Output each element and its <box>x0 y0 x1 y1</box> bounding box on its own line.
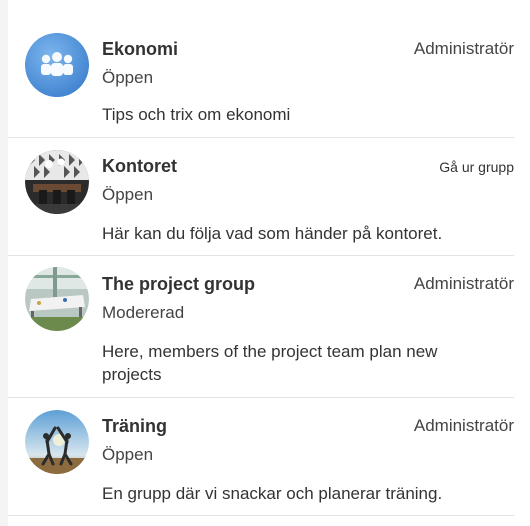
groups-page: Ekonomi Administratör Öppen Tips och tri… <box>0 0 530 526</box>
group-status: Modererad <box>102 303 185 322</box>
group-role-label: Administratör <box>413 274 514 293</box>
group-avatar-ekonomi[interactable] <box>25 33 89 97</box>
group-status: Öppen <box>102 445 154 464</box>
training-photo <box>25 410 89 474</box>
group-description: En grupp där vi snackar och planerar trä… <box>102 484 443 503</box>
group-row-traning[interactable]: Träning Administratör Öppen En grupp där… <box>8 398 514 516</box>
group-avatar-traning[interactable] <box>25 410 89 474</box>
project-meeting-photo <box>25 267 89 331</box>
group-description: Här kan du följa vad som händer på konto… <box>102 224 443 243</box>
group-status: Öppen <box>102 185 154 204</box>
leave-group-button[interactable]: Gå ur grupp <box>439 156 514 178</box>
group-name[interactable]: The project group <box>102 273 255 295</box>
people-group-icon <box>25 33 89 97</box>
group-status: Öppen <box>102 68 154 87</box>
group-role-label: Administratör <box>413 416 514 435</box>
group-description: Here, members of the project team plan n… <box>102 342 438 384</box>
group-role-label: Administratör <box>413 39 514 58</box>
group-name[interactable]: Ekonomi <box>102 38 178 60</box>
left-rail <box>0 0 8 526</box>
group-avatar-kontoret[interactable] <box>25 150 89 214</box>
group-row-kontoret[interactable]: Kontoret Gå ur grupp Öppen Här kan du fö… <box>8 138 514 256</box>
group-list: Ekonomi Administratör Öppen Tips och tri… <box>8 0 514 516</box>
group-row-ekonomi[interactable]: Ekonomi Administratör Öppen Tips och tri… <box>8 0 514 138</box>
group-avatar-the-project-group[interactable] <box>25 267 89 331</box>
group-row-the-project-group[interactable]: The project group Administratör Moderera… <box>8 256 514 398</box>
group-description: Tips och trix om ekonomi <box>102 105 291 124</box>
office-photo <box>25 150 89 214</box>
group-name[interactable]: Träning <box>102 415 167 437</box>
group-name[interactable]: Kontoret <box>102 155 177 177</box>
